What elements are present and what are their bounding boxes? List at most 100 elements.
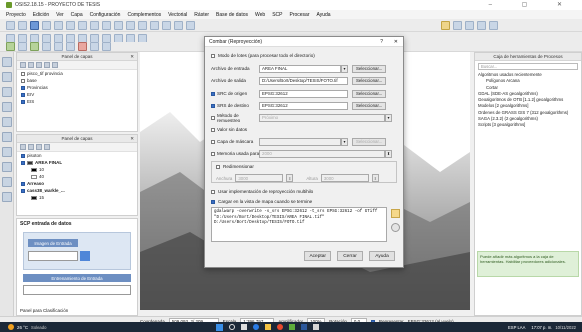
menu-capa[interactable]: Capa — [71, 12, 83, 18]
expand-all-icon[interactable] — [44, 62, 50, 68]
qgis-taskbar-icon[interactable] — [289, 324, 296, 330]
chevron-down-icon[interactable]: ▾ — [341, 137, 348, 146]
layer-row[interactable]: Arreaso — [17, 180, 137, 187]
add-mssql-layer-icon[interactable] — [2, 117, 12, 127]
sort-icon[interactable] — [44, 144, 50, 150]
sum-icon[interactable] — [465, 20, 474, 30]
dst-srs-checkbox[interactable] — [211, 103, 215, 108]
app-icon[interactable] — [313, 324, 320, 330]
layer-checkbox[interactable] — [21, 85, 25, 90]
add-wfs-icon[interactable] — [66, 42, 75, 51]
zoom-selection-icon[interactable] — [150, 20, 159, 30]
scp-tools-icon[interactable] — [102, 42, 111, 51]
layer-row[interactable]: base — [17, 77, 137, 84]
layer-checkbox[interactable] — [21, 188, 25, 193]
task-view-icon[interactable] — [241, 324, 248, 330]
accept-button[interactable]: Aceptar — [304, 251, 331, 261]
menu-base-de-datos[interactable]: Base de datos — [216, 12, 248, 18]
height-field[interactable]: 3000 — [320, 174, 369, 182]
add-delimited-text-icon[interactable] — [2, 87, 12, 97]
add-wfs-layer-icon[interactable] — [2, 177, 12, 187]
training-input-field[interactable] — [23, 285, 131, 295]
nodata-checkbox[interactable] — [211, 127, 215, 132]
resampling-select[interactable]: Próximo — [259, 113, 385, 122]
filter-icon[interactable] — [36, 144, 42, 150]
select-dst-srs-button[interactable]: Seleccionar... — [352, 101, 387, 110]
chevron-down-icon[interactable]: ▾ — [341, 64, 348, 73]
add-postgis-icon[interactable] — [30, 42, 39, 51]
layer-row[interactable]: AREA FINAL — [17, 159, 137, 166]
layer-style-icon[interactable] — [20, 62, 26, 68]
composer-manager-icon[interactable] — [66, 20, 75, 30]
menu-procesar[interactable]: Procesar — [289, 12, 309, 18]
menu-scp[interactable]: SCP — [272, 12, 282, 18]
add-vector-layer-icon[interactable] — [2, 57, 12, 67]
zoom-full-icon[interactable] — [126, 20, 135, 30]
new-temporary-layer-icon[interactable] — [2, 192, 12, 202]
copy-command-icon[interactable] — [391, 223, 400, 232]
layer-checkbox[interactable] — [21, 153, 25, 158]
add-oracle-layer-icon[interactable] — [2, 132, 12, 142]
resampling-checkbox[interactable] — [211, 115, 215, 120]
add-wms-icon[interactable] — [54, 42, 63, 51]
add-raster-layer-icon[interactable] — [2, 72, 12, 82]
measure-icon[interactable] — [453, 20, 462, 30]
pan-to-selection-icon[interactable] — [90, 20, 99, 30]
menu-ver[interactable]: Ver — [56, 12, 64, 18]
layer-row[interactable]: Provincias — [17, 84, 137, 91]
layer-row[interactable]: EIV — [17, 91, 137, 98]
eye-icon[interactable] — [28, 144, 34, 150]
resize-checkbox[interactable] — [216, 164, 220, 169]
word-icon[interactable] — [301, 324, 308, 330]
menu-ayuda[interactable]: Ayuda — [317, 12, 331, 18]
search-icon[interactable] — [229, 324, 236, 330]
edit-pencil-icon[interactable] — [391, 209, 400, 218]
menu-proyecto[interactable]: Proyecto — [6, 12, 26, 18]
dst-srs-field[interactable]: EPSG:32612 — [259, 101, 348, 110]
layer-checkbox[interactable] — [21, 78, 25, 83]
layer-row[interactable]: pisoton — [17, 152, 137, 159]
map-tips-icon[interactable] — [489, 20, 498, 30]
input-image-field[interactable] — [28, 251, 78, 261]
file-explorer-icon[interactable] — [265, 324, 272, 330]
chrome-icon[interactable] — [277, 324, 284, 330]
add-vector-icon[interactable] — [6, 42, 15, 51]
add-spatialite-icon[interactable] — [42, 42, 51, 51]
windows-start-icon[interactable] — [216, 323, 224, 331]
menu-web[interactable]: Web — [255, 12, 265, 18]
edge-browser-icon[interactable] — [253, 324, 260, 330]
layer-checkbox[interactable] — [21, 181, 25, 186]
new-project-icon[interactable] — [6, 20, 15, 30]
zoom-layer-icon[interactable] — [138, 20, 147, 30]
load-canvas-checkbox[interactable] — [211, 199, 215, 204]
mask-field[interactable] — [259, 137, 341, 146]
chevron-down-icon[interactable]: ▾ — [385, 113, 392, 122]
close-button[interactable]: Cerrar — [337, 251, 363, 261]
layer-checkbox[interactable] — [21, 99, 25, 104]
toolbox-search[interactable]: Buscar... — [478, 63, 578, 70]
save-project-icon[interactable] — [30, 20, 39, 30]
add-spatialite-layer-icon[interactable] — [2, 102, 12, 112]
input-image-label[interactable]: Imagen de Entrada — [28, 239, 78, 247]
spin-icon[interactable]: ⬍ — [385, 149, 392, 158]
add-group-icon[interactable] — [28, 62, 34, 68]
memory-field[interactable]: 2000 — [259, 149, 385, 158]
menu-edicion[interactable]: Edición — [33, 12, 49, 18]
menu-raster[interactable]: Ráster — [194, 12, 209, 18]
menu-vectorial[interactable]: Vectorial — [168, 12, 187, 18]
output-file-field[interactable]: D:/Users/Bort/Desktop/TESIS/FOTO.tif — [259, 76, 348, 85]
refresh-icon[interactable] — [186, 20, 195, 30]
command-textbox[interactable]: gdalwarp -overwrite -s_srs EPSG:32612 -t… — [211, 207, 387, 242]
training-input-label[interactable]: Entrenamiento de Entrada — [23, 274, 131, 282]
layer-row[interactable]: pisco_tif provincia — [17, 70, 137, 77]
menu-configuracion[interactable]: Configuración — [90, 12, 121, 18]
spin-icon[interactable]: ⬍ — [371, 174, 379, 182]
toolbox-item[interactable]: Scripts [3 geoalgorithms] — [478, 122, 581, 128]
language-indicator[interactable]: ESP LAA — [508, 325, 525, 330]
pan-icon[interactable] — [78, 20, 87, 30]
add-raster-icon[interactable] — [18, 42, 27, 51]
spin-icon[interactable]: ⬍ — [286, 174, 294, 182]
weather-temp[interactable]: 26 °C — [17, 325, 28, 330]
help-icon[interactable]: ? — [380, 39, 383, 45]
close-panel-icon[interactable]: ✕ — [130, 136, 134, 142]
